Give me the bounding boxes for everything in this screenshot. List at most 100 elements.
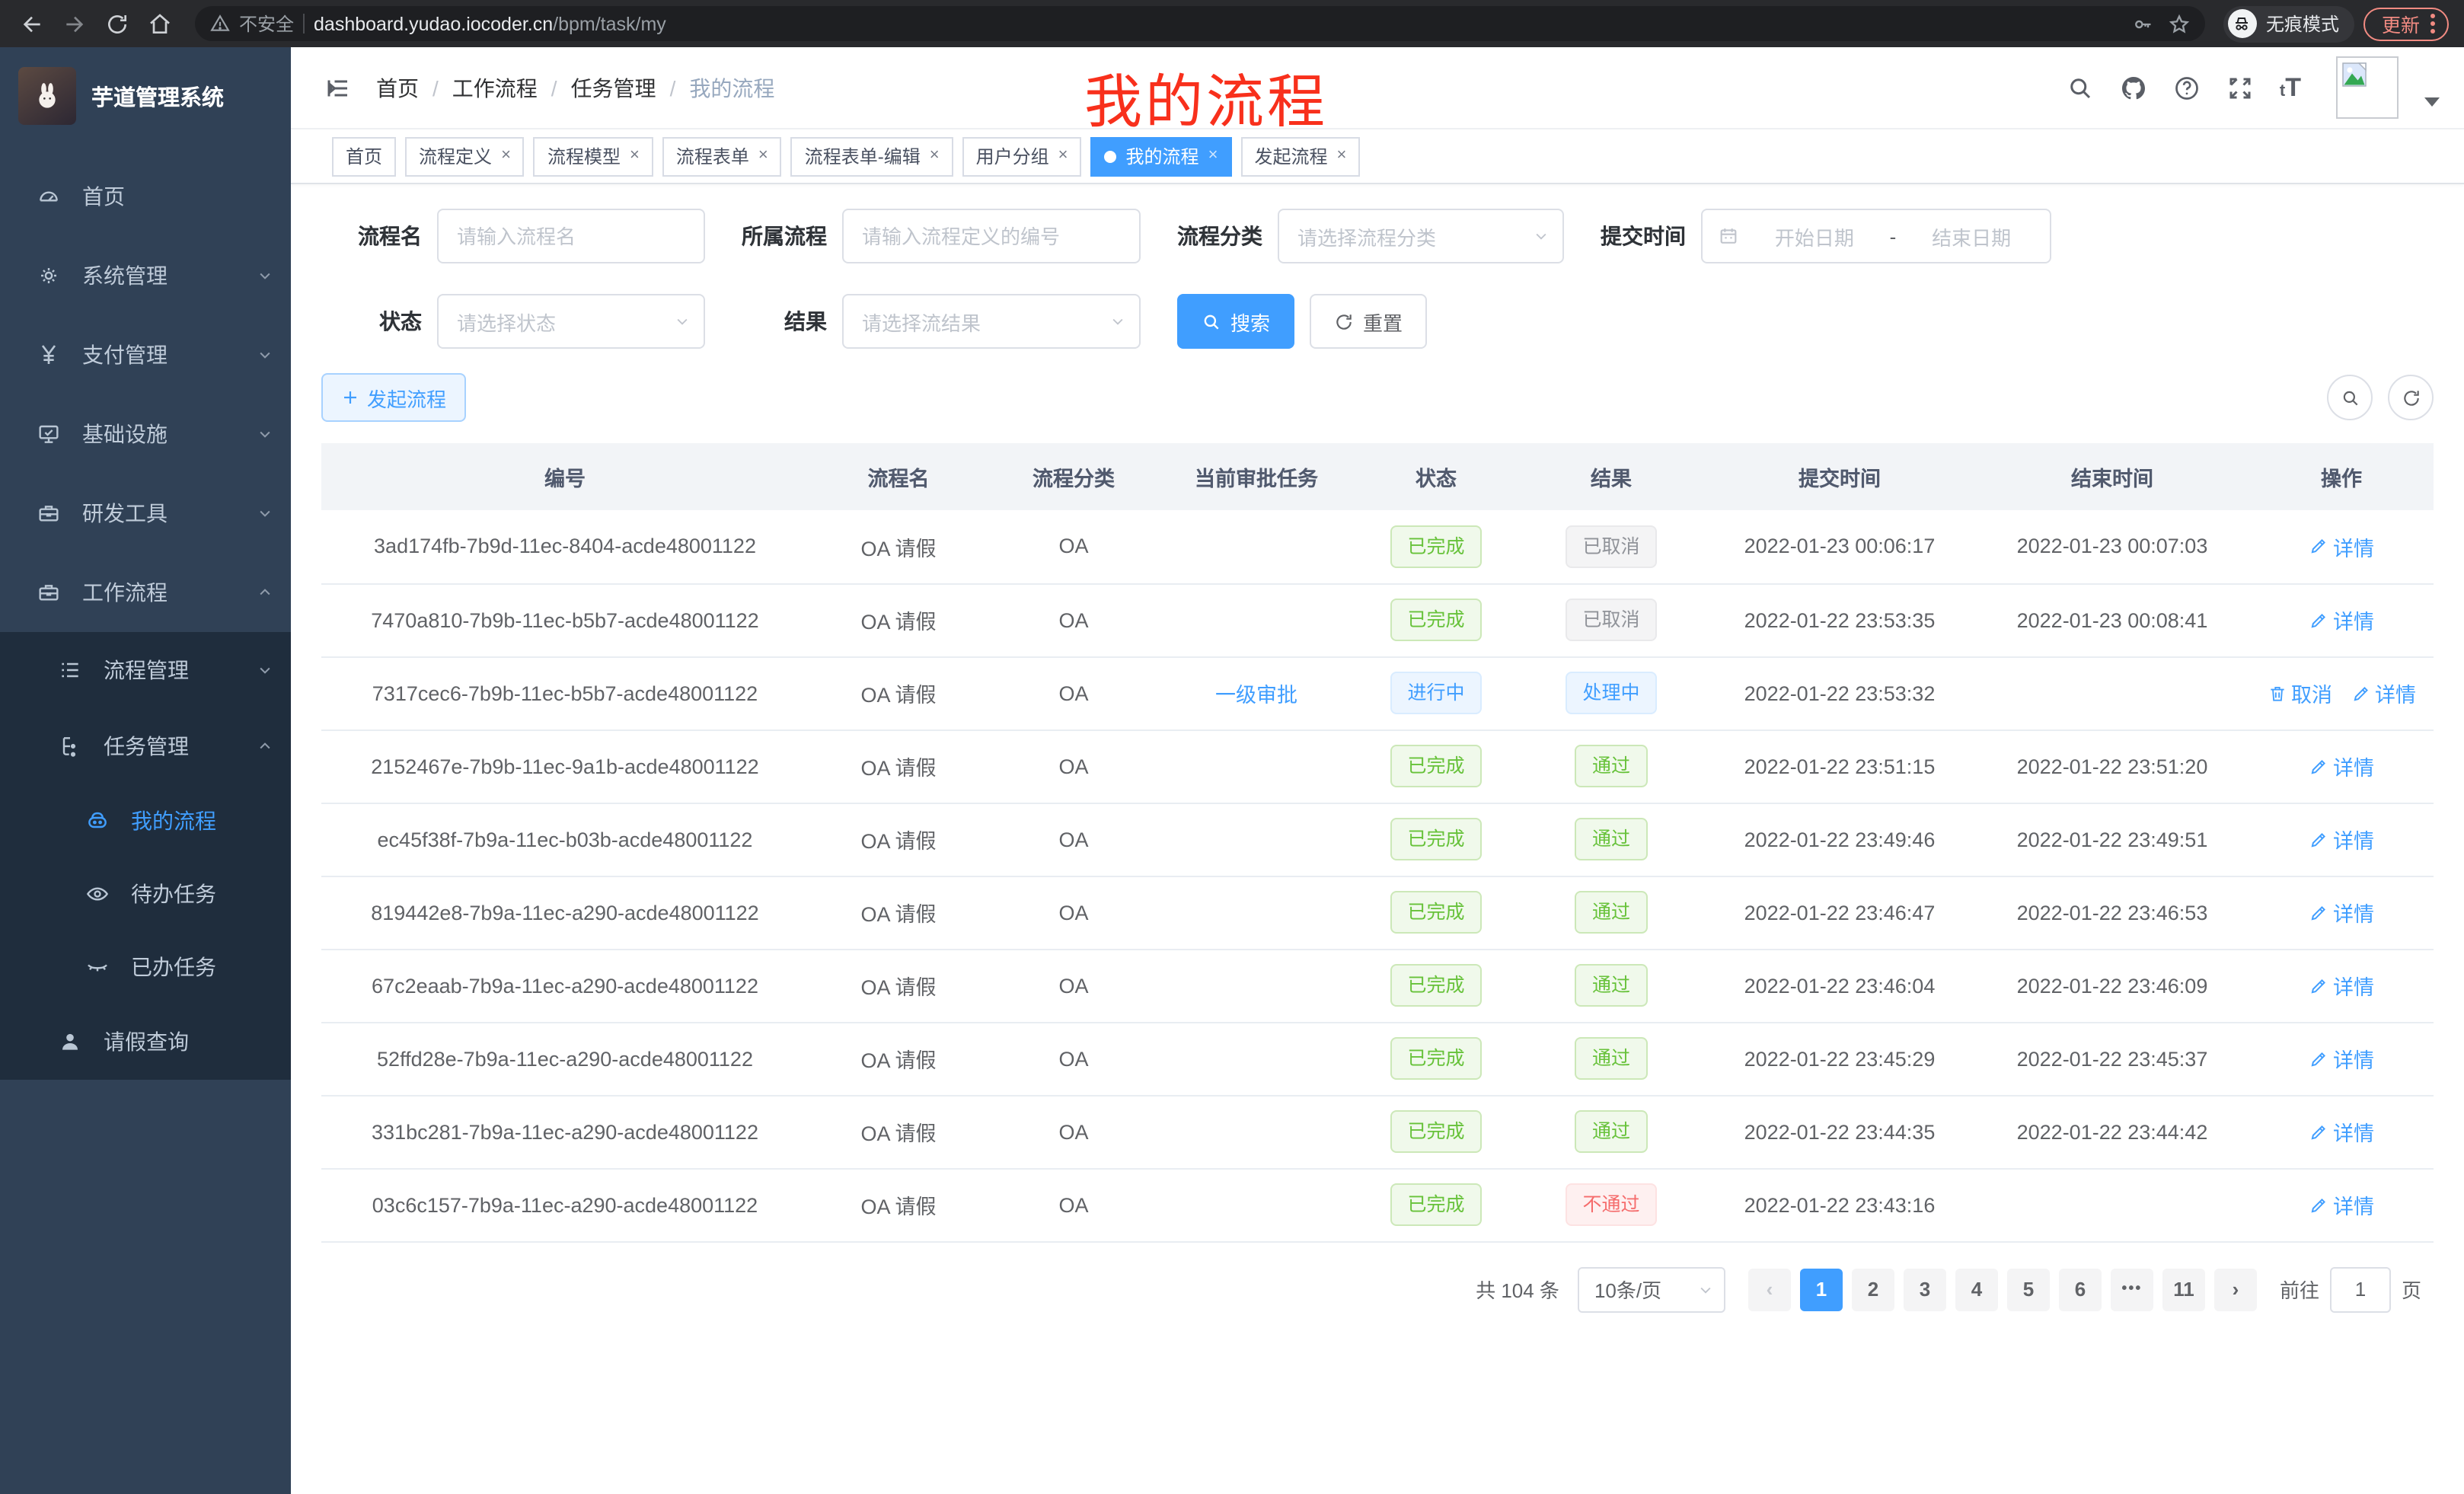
tab-process-form[interactable]: 流程表单× xyxy=(662,136,782,176)
sidebar-item-my-process[interactable]: 我的流程 xyxy=(0,784,291,857)
tab-close-icon[interactable]: × xyxy=(930,148,940,164)
page-more[interactable]: ••• xyxy=(2111,1268,2153,1310)
detail-link[interactable]: 详情 xyxy=(2309,1043,2374,1074)
status-badge: 已完成 xyxy=(1390,818,1481,860)
detail-link[interactable]: 详情 xyxy=(2309,824,2374,854)
url-path: /bpm/task/my xyxy=(553,13,666,34)
tab-close-icon[interactable]: × xyxy=(1058,148,1068,164)
search-icon[interactable] xyxy=(2067,74,2094,101)
sidebar-item-process-management[interactable]: 流程管理 xyxy=(0,632,291,708)
jump-page-input[interactable] xyxy=(2330,1266,2391,1312)
status-select[interactable]: 请选择状态 xyxy=(437,294,705,349)
sidebar-item-task-management[interactable]: 任务管理 xyxy=(0,708,291,784)
cell-category: OA xyxy=(988,656,1159,729)
tab-my-process[interactable]: 我的流程× xyxy=(1091,136,1232,176)
browser-menu-icon[interactable] xyxy=(2430,14,2435,34)
process-definition-input[interactable] xyxy=(842,209,1141,263)
tab-process-form-edit[interactable]: 流程表单-编辑× xyxy=(791,136,953,176)
cell-category: OA xyxy=(988,729,1159,803)
cell-id: 7317cec6-7b9b-11ec-b5b7-acde48001122 xyxy=(321,656,809,729)
cancel-link[interactable]: 取消 xyxy=(2267,678,2332,708)
sidebar-item-payment[interactable]: 支付管理 xyxy=(0,315,291,394)
chevron-down-icon xyxy=(1534,228,1549,244)
sidebar-item-todo-tasks[interactable]: 待办任务 xyxy=(0,857,291,931)
detail-link[interactable]: 详情 xyxy=(2309,1189,2374,1220)
show-search-button[interactable] xyxy=(2327,375,2373,420)
sidebar-item-infrastructure[interactable]: 基础设施 xyxy=(0,394,291,474)
sidebar-item-workflow[interactable]: 工作流程 xyxy=(0,553,291,632)
help-icon[interactable] xyxy=(2173,74,2201,101)
app-logo[interactable]: 芋道管理系统 xyxy=(0,47,291,145)
current-task-link[interactable]: 一级审批 xyxy=(1215,684,1297,707)
password-key-icon[interactable] xyxy=(2132,13,2153,34)
collapse-sidebar-icon[interactable] xyxy=(324,74,352,101)
detail-link[interactable]: 详情 xyxy=(2309,1116,2374,1147)
page-4[interactable]: 4 xyxy=(1955,1268,1998,1310)
calendar-icon xyxy=(1718,225,1739,247)
cell-id: 2152467e-7b9b-11ec-9a1b-acde48001122 xyxy=(321,729,809,803)
tab-close-icon[interactable]: × xyxy=(1208,148,1218,164)
breadcrumb-workflow[interactable]: 工作流程 xyxy=(452,72,538,103)
detail-link[interactable]: 详情 xyxy=(2309,970,2374,1001)
tab-close-icon[interactable]: × xyxy=(758,148,768,164)
update-button[interactable]: 更新 xyxy=(2363,7,2449,40)
table-row: 331bc281-7b9a-11ec-a290-acde48001122OA 请… xyxy=(321,1095,2434,1168)
reset-button[interactable]: 重置 xyxy=(1310,294,1427,349)
page-3[interactable]: 3 xyxy=(1904,1268,1946,1310)
page-2[interactable]: 2 xyxy=(1852,1268,1894,1310)
process-name-input[interactable] xyxy=(437,209,705,263)
tab-close-icon[interactable]: × xyxy=(501,148,511,164)
cell-current-task xyxy=(1159,1022,1354,1095)
page-5[interactable]: 5 xyxy=(2007,1268,2050,1310)
result-select[interactable]: 请选择流结果 xyxy=(842,294,1141,349)
end-date-placeholder: 结束日期 xyxy=(1908,222,2035,251)
github-icon[interactable] xyxy=(2120,74,2147,101)
category-select[interactable]: 请选择流程分类 xyxy=(1278,209,1564,263)
tab-user-group[interactable]: 用户分组× xyxy=(962,136,1082,176)
detail-link[interactable]: 详情 xyxy=(2309,532,2374,562)
breadcrumb-task-management[interactable]: 任务管理 xyxy=(571,72,656,103)
start-process-button[interactable]: 发起流程 xyxy=(321,373,466,422)
avatar[interactable] xyxy=(2336,56,2399,119)
tab-start-process[interactable]: 发起流程× xyxy=(1240,136,1360,176)
search-button[interactable]: 搜索 xyxy=(1177,294,1294,349)
detail-link[interactable]: 详情 xyxy=(2309,605,2374,635)
page-1[interactable]: 1 xyxy=(1800,1268,1843,1310)
chevron-down-icon xyxy=(257,268,273,283)
forward-icon[interactable] xyxy=(58,7,91,40)
status-badge: 已完成 xyxy=(1390,525,1481,568)
sidebar-item-system[interactable]: 系统管理 xyxy=(0,236,291,315)
reload-icon[interactable] xyxy=(101,7,134,40)
page-next[interactable]: › xyxy=(2214,1268,2257,1310)
page-size-select[interactable]: 10条/页 xyxy=(1578,1266,1725,1312)
page-6[interactable]: 6 xyxy=(2059,1268,2102,1310)
refresh-table-button[interactable] xyxy=(2388,375,2434,420)
sidebar-item-leave-query[interactable]: 请假查询 xyxy=(0,1004,291,1080)
font-size-icon[interactable]: tT xyxy=(2280,72,2301,103)
tab-home[interactable]: 首页 xyxy=(332,136,396,176)
avatar-caret-icon[interactable] xyxy=(2424,97,2440,106)
process-definition-label: 所属流程 xyxy=(742,221,827,251)
tab-close-icon[interactable]: × xyxy=(630,148,640,164)
bookmark-star-icon[interactable] xyxy=(2169,13,2190,34)
breadcrumb-home[interactable]: 首页 xyxy=(376,72,419,103)
tab-process-definition[interactable]: 流程定义× xyxy=(405,136,525,176)
submit-time-range-picker[interactable]: 开始日期 - 结束日期 xyxy=(1701,209,2051,263)
detail-link[interactable]: 详情 xyxy=(2309,897,2374,927)
address-bar[interactable]: 不安全 dashboard.yudao.iocoder.cn /bpm/task… xyxy=(195,6,2205,41)
tab-close-icon[interactable]: × xyxy=(1336,148,1346,164)
sidebar-item-done-tasks[interactable]: 已办任务 xyxy=(0,931,291,1004)
sidebar-item-devtools[interactable]: 研发工具 xyxy=(0,474,291,553)
page-prev[interactable]: ‹ xyxy=(1748,1268,1791,1310)
page-11[interactable]: 11 xyxy=(2162,1268,2205,1310)
sidebar-item-label: 我的流程 xyxy=(131,806,273,836)
back-icon[interactable] xyxy=(15,7,49,40)
table-row: 2152467e-7b9b-11ec-9a1b-acde48001122OA 请… xyxy=(321,729,2434,803)
detail-link[interactable]: 详情 xyxy=(2351,678,2416,708)
status-badge: 进行中 xyxy=(1390,672,1481,714)
detail-link[interactable]: 详情 xyxy=(2309,751,2374,781)
fullscreen-icon[interactable] xyxy=(2226,74,2254,101)
tab-process-model[interactable]: 流程模型× xyxy=(534,136,653,176)
sidebar-item-home[interactable]: 首页 xyxy=(0,157,291,236)
home-icon[interactable] xyxy=(143,7,177,40)
